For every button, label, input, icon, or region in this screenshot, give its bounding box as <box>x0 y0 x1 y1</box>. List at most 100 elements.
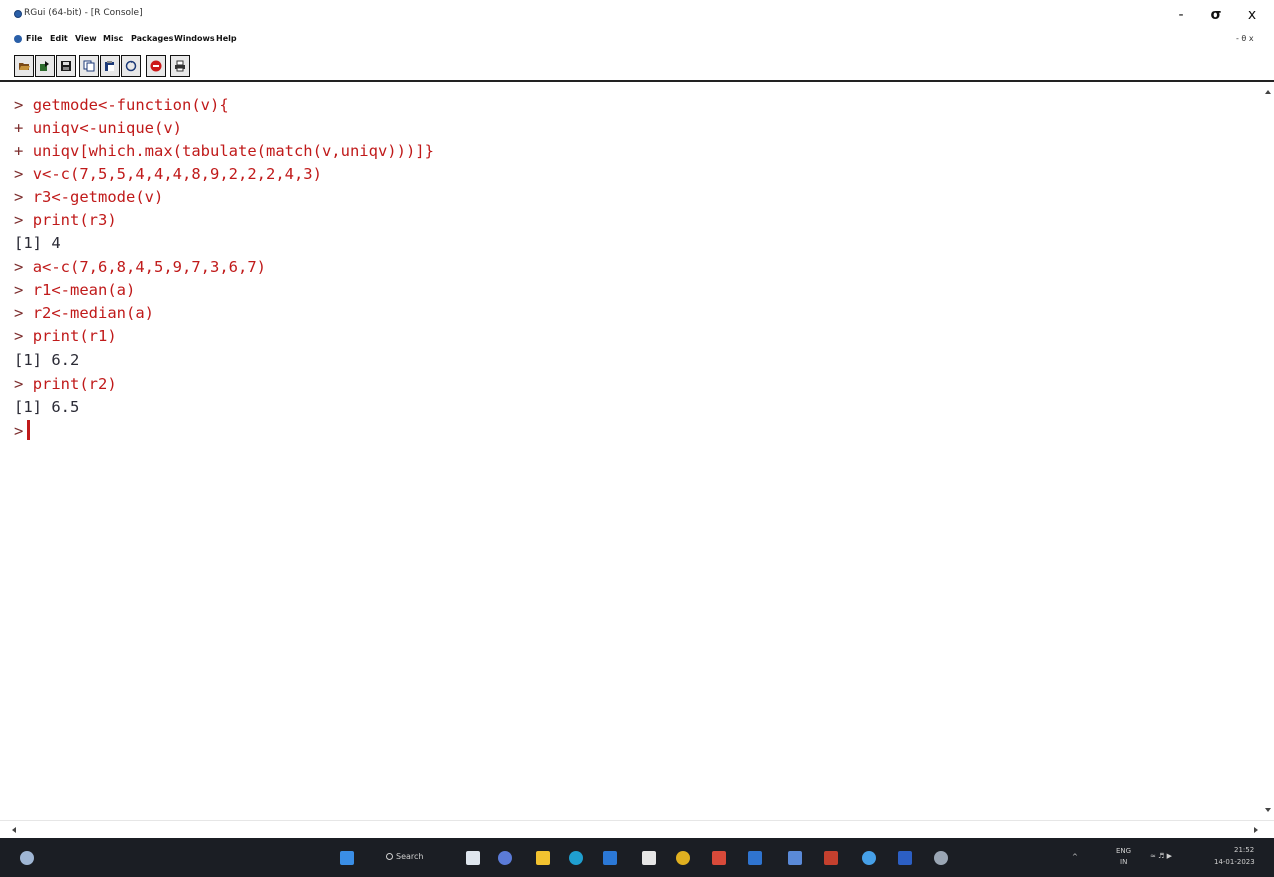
console-line: > print(r3) <box>14 209 117 232</box>
file-explorer-icon[interactable] <box>536 851 550 865</box>
paste-button[interactable] <box>100 55 120 77</box>
horizontal-scrollbar[interactable] <box>0 820 1274 838</box>
title-bar: RGui (64-bit) - [R Console] - σ x <box>0 0 1274 30</box>
rgui-window: RGui (64-bit) - [R Console] - σ x File E… <box>0 0 1274 877</box>
console-output-line: [1] 6.2 <box>14 349 79 372</box>
scroll-up-arrow-icon[interactable] <box>1265 90 1271 94</box>
clock-time[interactable]: 21:52 <box>1234 846 1254 854</box>
scroll-down-arrow-icon[interactable] <box>1265 808 1271 812</box>
tray-chevron-icon[interactable]: ^ <box>1072 853 1078 861</box>
store-icon[interactable] <box>642 851 656 865</box>
menu-bar: File Edit View Misc Packages Windows Hel… <box>0 30 1274 50</box>
windows-taskbar: Search ^ ENG IN ≈ ♬ ▶ 21:52 14-01-2023 <box>0 838 1274 877</box>
console-line: > r2<-median(a) <box>14 302 154 325</box>
print-button[interactable] <box>170 55 190 77</box>
console-code: a<-c(7,6,8,4,5,9,7,3,6,7) <box>32 258 266 276</box>
console-input-line[interactable]: > <box>14 420 31 443</box>
r-console-icon[interactable] <box>14 35 22 43</box>
load-workspace-icon <box>40 61 49 71</box>
menu-view[interactable]: View <box>75 34 97 43</box>
load-workspace-button[interactable] <box>35 55 55 77</box>
menu-misc[interactable]: Misc <box>103 34 123 43</box>
console-prompt: > <box>14 188 24 206</box>
wifi-volume-battery-icon[interactable]: ≈ ♬ ▶ <box>1150 852 1172 860</box>
console-code: getmode<-function(v){ <box>32 96 229 114</box>
search-icon <box>386 853 393 860</box>
widgets-icon[interactable] <box>20 851 34 865</box>
r-console[interactable]: > getmode<-function(v){ + uniqv<-unique(… <box>0 84 1262 820</box>
stop-button[interactable] <box>146 55 166 77</box>
console-line: > v<-c(7,5,5,4,4,4,8,9,2,2,2,4,3) <box>14 163 322 186</box>
text-cursor <box>27 420 31 440</box>
maximize-button[interactable]: σ <box>1201 4 1231 26</box>
chat-icon[interactable] <box>498 851 512 865</box>
console-output: [1] 4 <box>14 234 61 252</box>
start-icon[interactable] <box>340 851 354 865</box>
console-prompt: > <box>14 258 24 276</box>
stop-icon <box>150 60 162 72</box>
console-code: print(r1) <box>32 327 117 345</box>
minimize-button[interactable]: - <box>1166 4 1196 26</box>
clock-date[interactable]: 14-01-2023 <box>1214 858 1255 866</box>
console-output-line: [1] 4 <box>14 232 61 255</box>
console-code: r1<-mean(a) <box>32 281 136 299</box>
menu-windows[interactable]: Windows <box>174 34 215 43</box>
close-button[interactable]: x <box>1237 4 1267 26</box>
console-line: > print(r1) <box>14 325 117 348</box>
app-icon-3[interactable] <box>862 851 876 865</box>
chrome-icon[interactable] <box>676 851 690 865</box>
console-output: [1] 6.2 <box>14 351 80 369</box>
copy-and-paste-button[interactable] <box>121 55 141 77</box>
paint-icon[interactable] <box>712 851 726 865</box>
console-prompt: > <box>14 96 24 114</box>
cortana-icon[interactable] <box>934 851 948 865</box>
copy-button[interactable] <box>79 55 99 77</box>
console-line: + uniqv[which.max(tabulate(match(v,uniqv… <box>14 140 434 163</box>
console-prompt: > <box>14 165 24 183</box>
paste-icon <box>105 61 114 71</box>
save-workspace-button[interactable] <box>56 55 76 77</box>
console-code: r3<-getmode(v) <box>32 188 164 206</box>
edge-icon[interactable] <box>569 851 583 865</box>
app-icon-1[interactable] <box>748 851 762 865</box>
open-script-button[interactable] <box>14 55 34 77</box>
window-title: RGui (64-bit) - [R Console] <box>24 8 143 18</box>
console-code: v<-c(7,5,5,4,4,4,8,9,2,2,2,4,3) <box>32 165 322 183</box>
menu-edit[interactable]: Edit <box>50 34 68 43</box>
console-line: + uniqv<-unique(v) <box>14 117 182 140</box>
console-line: > r1<-mean(a) <box>14 279 135 302</box>
search-label: Search <box>396 852 424 861</box>
console-code: r2<-median(a) <box>32 304 155 322</box>
console-code: uniqv[which.max(tabulate(match(v,uniqv))… <box>32 142 434 160</box>
menu-packages[interactable]: Packages <box>131 34 173 43</box>
scroll-right-arrow-icon[interactable] <box>1254 827 1258 833</box>
save-icon <box>61 61 71 71</box>
console-line: > r3<-getmode(v) <box>14 186 163 209</box>
console-prompt: > <box>14 211 24 229</box>
vertical-scrollbar[interactable] <box>1262 84 1274 820</box>
console-code: print(r2) <box>32 375 117 393</box>
console-output-line: [1] 6.5 <box>14 396 79 419</box>
taskbar-search[interactable]: Search <box>384 850 444 866</box>
console-prompt: + <box>14 119 24 137</box>
console-output: [1] 6.5 <box>14 398 80 416</box>
console-code: uniqv<-unique(v) <box>32 119 182 137</box>
menu-help[interactable]: Help <box>216 34 237 43</box>
r-logo-icon <box>14 10 22 18</box>
language-indicator-bottom[interactable]: IN <box>1120 858 1127 866</box>
copy-icon <box>83 60 95 72</box>
toolbar <box>0 50 1274 82</box>
app-icon-4[interactable] <box>898 851 912 865</box>
console-prompt: > <box>14 327 24 345</box>
app-icon-2[interactable] <box>788 851 802 865</box>
mail-icon[interactable] <box>603 851 617 865</box>
console-prompt: > <box>14 375 24 393</box>
pdf-icon[interactable] <box>824 851 838 865</box>
language-indicator-top[interactable]: ENG <box>1116 847 1131 855</box>
task-view-icon[interactable] <box>466 851 480 865</box>
mdi-window-controls[interactable]: - θ x <box>1236 34 1254 43</box>
copy-paste-icon <box>125 60 137 72</box>
menu-file[interactable]: File <box>26 34 42 43</box>
console-line: > a<-c(7,6,8,4,5,9,7,3,6,7) <box>14 256 266 279</box>
scroll-left-arrow-icon[interactable] <box>12 827 16 833</box>
